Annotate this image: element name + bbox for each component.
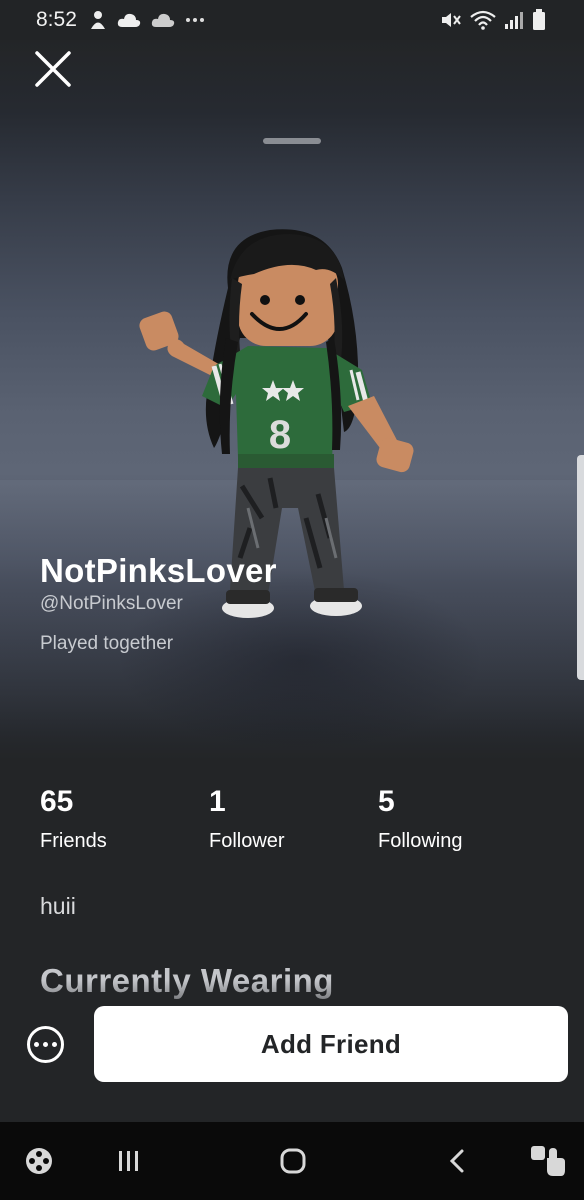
close-button[interactable] [30, 46, 76, 92]
battery-icon [533, 9, 545, 30]
cloud-outline-icon [151, 13, 175, 27]
drag-handle[interactable] [263, 138, 321, 144]
home-button[interactable] [276, 1143, 310, 1179]
back-icon [449, 1149, 464, 1173]
more-options-icon [52, 1042, 57, 1047]
game-launcher-button[interactable] [22, 1143, 56, 1179]
following-count: 5 [378, 785, 395, 818]
status-time: 8:52 [36, 8, 77, 31]
status-bar: 8:52 [0, 0, 584, 40]
following-label: Following [378, 830, 463, 852]
mute-icon [442, 13, 461, 27]
wifi-icon [470, 10, 496, 30]
following-stat[interactable]: 5 Following [378, 784, 547, 853]
emoji-icon [90, 11, 105, 29]
relationship-label: Played together [40, 633, 174, 654]
cloud-icon [117, 13, 141, 27]
home-icon [280, 1148, 306, 1174]
signal-icon [505, 12, 523, 29]
scroll-indicator[interactable] [577, 455, 584, 680]
profile-stats: 65 Friends 1 Follower 5 Following [40, 784, 547, 853]
friends-stat[interactable]: 65 Friends [40, 784, 209, 853]
accessibility-icon [531, 1146, 565, 1176]
status-right-icons [440, 9, 546, 31]
back-button[interactable] [444, 1143, 470, 1179]
svg-text:8: 8 [269, 413, 291, 457]
profile-bio: huii [40, 893, 76, 919]
close-icon [35, 51, 71, 87]
more-dots-icon [185, 18, 204, 22]
username-handle: @NotPinksLover [40, 593, 183, 614]
more-options-icon [34, 1042, 39, 1047]
followers-label: Follower [209, 830, 285, 852]
friends-count: 65 [40, 785, 74, 818]
more-options-button[interactable] [27, 1026, 64, 1063]
accessibility-button[interactable] [526, 1143, 570, 1179]
add-friend-button[interactable]: Add Friend [94, 1006, 568, 1082]
status-left-icons [89, 10, 205, 30]
recent-apps-button[interactable] [112, 1143, 146, 1179]
followers-stat[interactable]: 1 Follower [209, 784, 378, 853]
more-options-icon [43, 1042, 48, 1047]
display-name: NotPinksLover [40, 552, 277, 589]
game-launcher-icon [26, 1148, 52, 1174]
friends-label: Friends [40, 830, 107, 852]
followers-count: 1 [209, 785, 226, 818]
recent-apps-icon [119, 1151, 138, 1171]
